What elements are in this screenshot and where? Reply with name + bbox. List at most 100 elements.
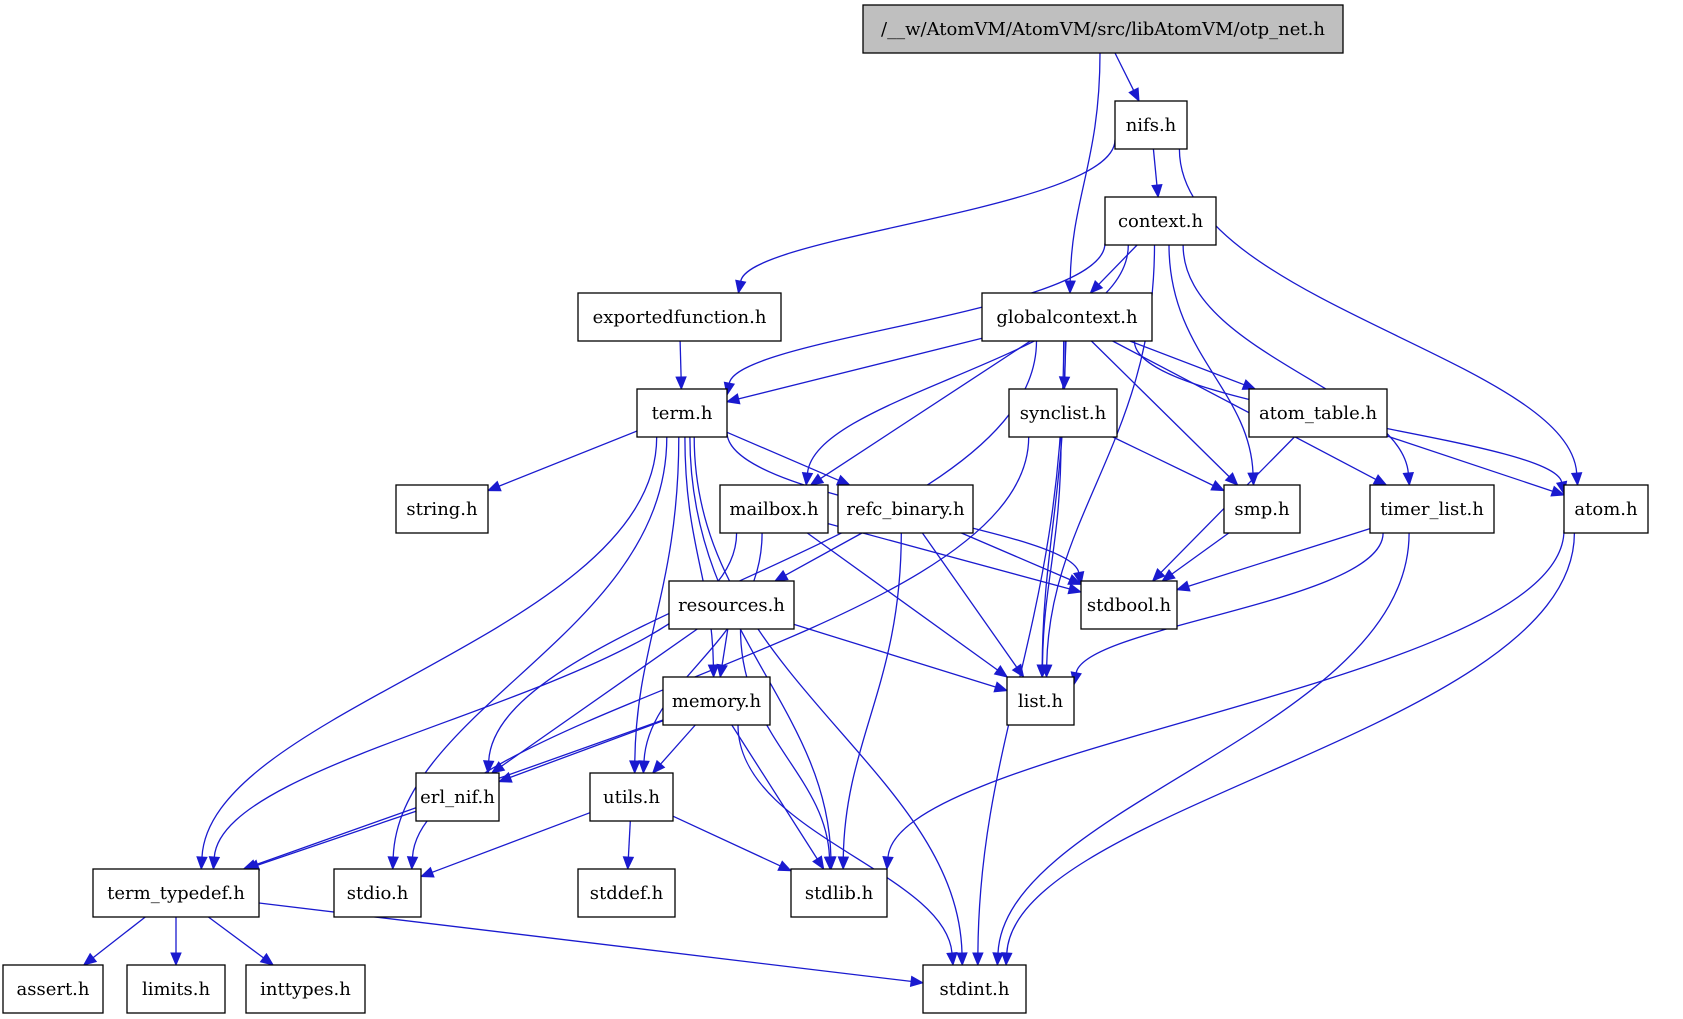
node-utils[interactable]: utils.h — [589, 772, 674, 822]
node-mailbox[interactable]: mailbox.h — [719, 484, 829, 534]
edge-line — [498, 430, 638, 487]
edge-line — [806, 532, 998, 671]
node-label: stddef.h — [590, 883, 664, 904]
edge-mailbox-to-stdbool — [827, 522, 1083, 595]
node-smp[interactable]: smp.h — [1223, 484, 1301, 534]
node-limits[interactable]: limits.h — [126, 964, 226, 1014]
node-atom-table[interactable]: atom_table.h — [1248, 388, 1388, 438]
node-timer-list[interactable]: timer_list.h — [1369, 484, 1495, 534]
node-label: erl_nif.h — [420, 787, 495, 808]
node-label: string.h — [406, 499, 478, 520]
edge-atom-to-stdlib — [882, 529, 1565, 871]
arrowhead-icon — [882, 856, 894, 871]
node-exportedfunction[interactable]: exportedfunction.h — [577, 292, 782, 342]
arrowhead-icon — [1067, 583, 1083, 595]
node-synclist[interactable]: synclist.h — [1008, 388, 1118, 438]
arrowhead-icon — [992, 952, 1004, 967]
node-nifs[interactable]: nifs.h — [1114, 100, 1188, 150]
node-label: resources.h — [678, 595, 785, 616]
arrowhead-icon — [486, 480, 502, 492]
arrowhead-icon — [387, 856, 399, 871]
edge-line — [997, 532, 1410, 954]
edge-nifs-to-exportedfunction — [735, 139, 1116, 295]
arrowhead-icon — [837, 856, 850, 871]
node-list[interactable]: list.h — [1006, 676, 1075, 726]
edges-layer — [82, 52, 1583, 988]
node-context[interactable]: context.h — [1104, 196, 1217, 246]
edge-line — [1069, 52, 1101, 282]
edge-line — [208, 916, 264, 959]
node-string[interactable]: string.h — [395, 484, 489, 534]
arrowhead-icon — [1128, 87, 1140, 103]
edge-term-to-memory — [684, 436, 720, 679]
edge-refc_binary-to-list — [921, 532, 1025, 679]
node-label: context.h — [1118, 211, 1204, 232]
node-erl-nif[interactable]: erl_nif.h — [415, 772, 500, 822]
node-assert[interactable]: assert.h — [2, 964, 104, 1014]
node-memory[interactable]: memory.h — [662, 676, 771, 726]
arrowhead-icon — [735, 279, 747, 295]
node-label: mailbox.h — [729, 499, 819, 520]
edge-utils-to-stddef — [622, 820, 635, 871]
edge-line — [510, 720, 664, 779]
node-term[interactable]: term.h — [636, 388, 728, 438]
node-stddef[interactable]: stddef.h — [577, 868, 676, 918]
node-stdint[interactable]: stdint.h — [922, 964, 1027, 1014]
node-stdbool[interactable]: stdbool.h — [1080, 580, 1178, 630]
arrowhead-icon — [82, 952, 98, 966]
edge-line — [739, 628, 831, 858]
edge-line — [1386, 435, 1553, 492]
edge-globalcontext-to-term — [725, 337, 983, 405]
node-label: atom_table.h — [1259, 403, 1377, 424]
arrowhead-icon — [1210, 480, 1226, 492]
node-label: refc_binary.h — [846, 499, 965, 520]
node-label: globalcontext.h — [996, 307, 1138, 328]
edge-line — [793, 623, 996, 688]
edge-line — [1114, 52, 1135, 91]
node-term-typedef[interactable]: term_typedef.h — [92, 868, 260, 918]
edge-memory-to-stdlib — [731, 724, 825, 871]
edge-line — [92, 916, 146, 959]
edge-context-to-globalcontext — [1089, 244, 1138, 294]
arrowhead-icon — [1241, 379, 1257, 390]
node-globalcontext[interactable]: globalcontext.h — [981, 292, 1153, 342]
arrowhead-icon — [1372, 474, 1388, 486]
edge-line — [672, 815, 781, 867]
arrowhead-icon — [777, 860, 793, 872]
node-label: synclist.h — [1020, 403, 1107, 424]
edge-memory-to-stdint — [737, 724, 958, 967]
arrowhead-icon — [196, 856, 208, 871]
arrowhead-icon — [956, 952, 968, 967]
node-atom[interactable]: atom.h — [1563, 484, 1649, 534]
edge-line — [684, 436, 715, 666]
edge-mailbox-to-list — [806, 532, 1009, 678]
edge-line — [1182, 244, 1409, 474]
edge-term-to-string — [486, 430, 638, 492]
edge-line — [1168, 244, 1254, 474]
node-label: term_typedef.h — [107, 883, 245, 904]
arrowhead-icon — [629, 760, 641, 775]
node-label: inttypes.h — [260, 979, 351, 1000]
root-file-node[interactable]: /__w/AtomVM/AtomVM/src/libAtomVM/otp_net… — [862, 4, 1344, 54]
edge-globalcontext-to-atom_table — [1129, 340, 1257, 390]
node-stdio[interactable]: stdio.h — [333, 868, 422, 918]
edge-context-to-timer_list — [1182, 244, 1414, 487]
node-label: list.h — [1018, 691, 1064, 712]
node-label: term.h — [652, 403, 713, 424]
edge-smp-to-stdbool — [1161, 532, 1230, 582]
node-stdlib[interactable]: stdlib.h — [790, 868, 888, 918]
edge-line — [679, 340, 682, 378]
edge-line — [887, 529, 1565, 858]
arrowhead-icon — [406, 856, 419, 871]
node-refc-binary[interactable]: refc_binary.h — [837, 484, 974, 534]
edge-refc_binary-to-resources — [773, 532, 863, 582]
node-label: exportedfunction.h — [593, 307, 767, 328]
arrowhead-icon — [725, 393, 741, 405]
node-inttypes[interactable]: inttypes.h — [245, 964, 366, 1014]
edge-line — [820, 340, 1031, 479]
arrowhead-icon — [809, 473, 825, 486]
node-resources[interactable]: resources.h — [668, 580, 795, 630]
edge-exportedfunction-to-term — [675, 340, 687, 391]
node-label: stdint.h — [940, 979, 1010, 1000]
edge-line — [726, 431, 839, 481]
